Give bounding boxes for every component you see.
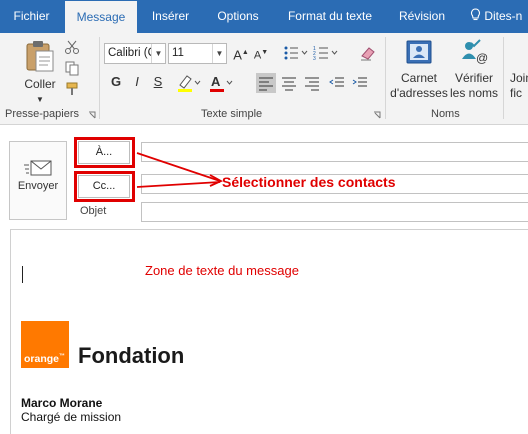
align-left-icon — [259, 77, 273, 91]
eraser-icon[interactable] — [359, 44, 377, 62]
font-size-select[interactable]: 11 ▼ — [168, 43, 227, 64]
font-name-value: Calibri (C — [108, 47, 156, 59]
chevron-down-icon: ▼ — [151, 44, 165, 63]
check-names-label-line1: Vérifier — [454, 71, 493, 85]
orange-logo: orange™ — [21, 321, 69, 368]
dialog-launcher-icon[interactable] — [373, 111, 381, 119]
shrink-font-button[interactable]: A▼ — [252, 44, 270, 62]
font-name-select[interactable]: Calibri (C ▼ — [104, 43, 166, 64]
svg-text:3: 3 — [313, 56, 316, 61]
tab-inserer[interactable]: Insérer — [143, 0, 198, 33]
paste-dropdown-icon[interactable]: ▼ — [20, 93, 60, 107]
arrowhead — [209, 174, 224, 187]
address-book-label-line2: d'adresses — [390, 86, 448, 100]
tab-tell-me[interactable]: Dites-n — [470, 0, 528, 33]
grow-font-label: A — [233, 47, 242, 63]
tab-fichier[interactable]: Fichier — [4, 0, 59, 33]
names-group-label: Noms — [431, 108, 460, 120]
format-painter-icon[interactable] — [64, 81, 80, 97]
group-separator — [99, 37, 100, 119]
scissors-icon[interactable] — [64, 39, 80, 55]
group-separator — [385, 37, 386, 119]
underline-button[interactable]: S — [149, 73, 167, 91]
select-contacts-annotation: Sélectionner des contacts — [222, 174, 396, 190]
message-body[interactable]: Zone de texte du message orange™ Fondati… — [10, 229, 528, 434]
attach-file-label-line2: fic — [510, 86, 522, 100]
ribbon-tab-bar: Fichier Message Insérer Options Format d… — [0, 0, 528, 33]
copy-icon[interactable] — [64, 60, 80, 76]
highlighter-icon[interactable] — [176, 73, 202, 93]
svg-text:A: A — [211, 74, 221, 89]
group-separator — [503, 37, 504, 119]
tab-message[interactable]: Message — [65, 1, 137, 33]
clipboard-icon — [26, 41, 54, 72]
grow-font-button[interactable]: A▲ — [232, 44, 250, 62]
font-color-icon[interactable]: A — [208, 73, 234, 93]
orange-logo-text: orange™ — [24, 353, 66, 365]
signature-person-name: Marco Morane — [21, 396, 103, 410]
dialog-launcher-icon[interactable] — [88, 111, 96, 119]
clipboard-group-label: Presse-papiers — [5, 108, 79, 120]
address-book-icon — [406, 40, 432, 64]
align-left-button[interactable] — [256, 73, 276, 93]
ribbon: Coller ▼ Presse-papiers Calibri (C ▼ 11 … — [0, 33, 528, 125]
address-book-label-line1: Carnet — [400, 71, 438, 85]
arrow-from-to — [136, 152, 221, 182]
text-cursor — [22, 266, 23, 283]
lightbulb-icon — [470, 8, 481, 21]
paste-label: Coller — [24, 77, 56, 91]
basic-text-group-label: Texte simple — [201, 108, 263, 120]
numbering-icon[interactable]: 1 2 3 — [313, 45, 339, 61]
bold-button[interactable]: G — [107, 73, 125, 91]
bullets-icon[interactable] — [283, 45, 309, 61]
paste-button[interactable]: Coller ▼ — [20, 39, 60, 109]
tab-tell-me-label: Dites-n — [484, 9, 523, 23]
attach-file-label-line1: Join — [510, 71, 528, 85]
align-center-icon[interactable] — [279, 73, 299, 93]
svg-text:@: @ — [476, 51, 488, 65]
indent-icon[interactable] — [350, 73, 370, 93]
font-size-value: 11 — [172, 47, 184, 59]
tab-revision[interactable]: Révision — [391, 0, 453, 33]
check-names-label-line2: les noms — [449, 86, 499, 100]
italic-button[interactable]: I — [128, 73, 146, 91]
check-names-button[interactable]: @ Vérifier les noms — [448, 37, 500, 105]
tab-options[interactable]: Options — [208, 0, 268, 33]
signature-org-name: Fondation — [78, 343, 185, 368]
align-right-icon[interactable] — [302, 73, 322, 93]
attach-file-button[interactable]: Join fic — [510, 37, 528, 105]
compose-header: Envoyer À... Cc... Objet Sélectionner de… — [0, 126, 528, 226]
tab-format-du-texte[interactable]: Format du texte — [279, 0, 381, 33]
arrow-from-cc — [136, 181, 221, 188]
body-zone-annotation: Zone de texte du message — [145, 263, 299, 278]
chevron-down-icon: ▼ — [212, 44, 226, 63]
signature-person-title: Chargé de mission — [21, 410, 122, 424]
address-book-button[interactable]: Carnet d'adresses — [390, 37, 448, 105]
check-names-icon: @ — [462, 39, 488, 65]
outdent-icon[interactable] — [327, 73, 347, 93]
